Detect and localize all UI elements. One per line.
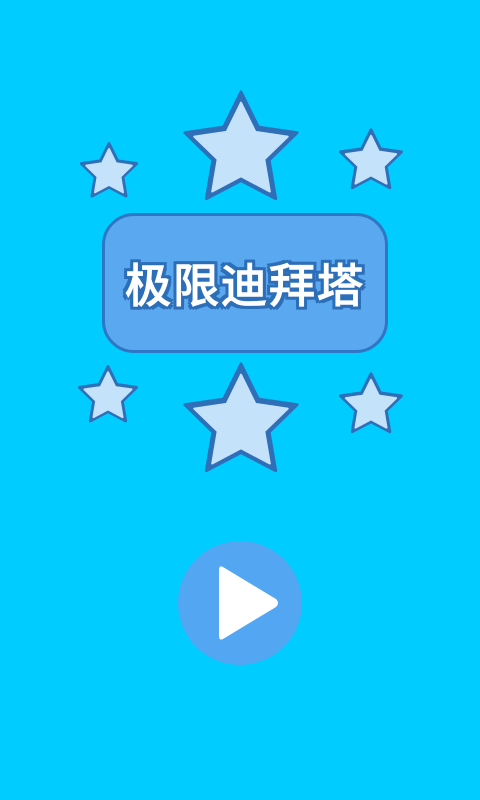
star-icon-bottom-right (339, 372, 403, 434)
game-title: 极限迪拜塔 (125, 259, 365, 313)
play-button[interactable] (178, 541, 302, 665)
play-icon (219, 566, 278, 640)
star-icon-bottom-left (78, 365, 138, 423)
star-icon-top-right (339, 128, 403, 190)
star-icon-bottom-center (183, 362, 299, 473)
title-panel: 极限迪拜塔 (102, 213, 388, 353)
star-icon-top-left (79, 142, 139, 198)
star-icon-top-center (183, 90, 299, 201)
